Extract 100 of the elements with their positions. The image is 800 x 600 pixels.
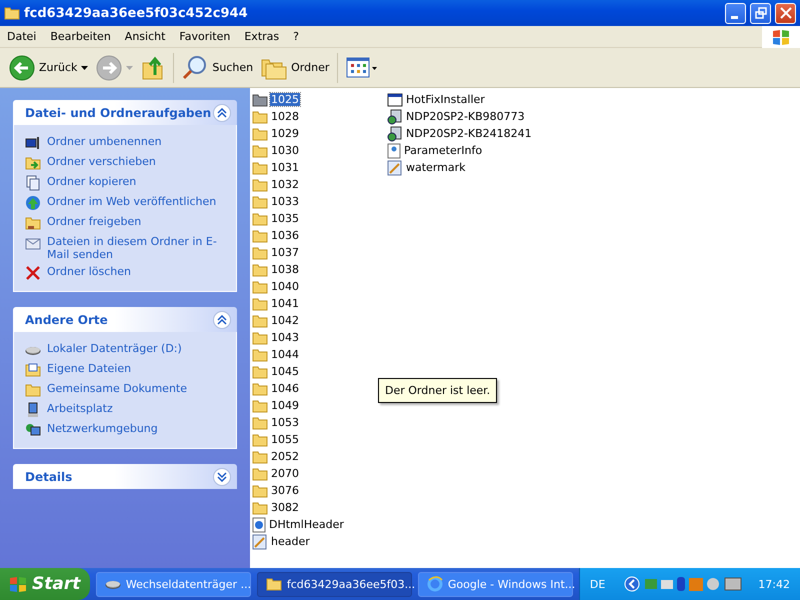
folders-button[interactable]: Ordner [258,54,332,82]
minimize-button[interactable] [725,2,746,24]
browser-icon [426,576,443,592]
tooltip: Der Ordner ist leer. [378,378,498,403]
file-item[interactable]: 1025 [270,93,300,106]
taskbar-button[interactable]: Google - Windows Int... [418,572,573,596]
folder-icon [266,576,282,592]
file-item[interactable]: NDP20SP2-KB2418241 [405,127,533,140]
file-item[interactable]: 2052 [270,450,300,463]
folder-icon [252,466,268,480]
file-item[interactable]: 1053 [270,416,300,429]
folder-icon [25,382,41,398]
file-item[interactable]: 2070 [270,467,300,480]
task-link[interactable]: Lokaler Datenträger (D:) [25,342,228,358]
setup-package-icon [387,126,403,142]
restore-button[interactable] [750,2,771,24]
task-link[interactable]: Arbeitsplatz [25,402,228,418]
task-link[interactable]: Ordner umbenennen [25,135,228,151]
file-item[interactable]: header [270,535,311,548]
file-item[interactable]: 1042 [270,314,300,327]
folder-icon [252,314,268,328]
chevron-left-icon[interactable] [624,576,640,592]
close-button[interactable] [775,2,796,24]
file-item[interactable]: NDP20SP2-KB980773 [405,110,526,123]
file-item[interactable]: 1036 [270,229,300,242]
delete-x-icon [25,265,41,281]
menu-item[interactable]: Ansicht [118,30,172,43]
folder-icon [252,296,268,310]
folder-icon [252,330,268,344]
file-item[interactable]: 1055 [270,433,300,446]
title-folder-icon [4,6,20,20]
collapse-button[interactable] [213,310,231,328]
file-item[interactable]: 1046 [270,382,300,395]
file-item[interactable]: 1035 [270,212,300,225]
search-icon [182,54,208,80]
collapse-button[interactable] [213,104,231,122]
task-link[interactable]: Ordner löschen [25,265,228,281]
folder-icon [252,348,268,362]
file-item[interactable]: 1033 [270,195,300,208]
dropdown-arrow-icon [126,66,134,70]
file-item[interactable]: 1045 [270,365,300,378]
folder-icon [252,450,268,464]
file-item[interactable]: DHtmlHeader [268,518,345,531]
folder-icon [252,126,268,140]
windows-logo-icon [771,28,791,46]
file-item[interactable]: 1049 [270,399,300,412]
folder-icon [252,500,268,514]
task-link[interactable]: Netzwerkumgebung [25,422,228,438]
file-item[interactable]: 1031 [270,161,300,174]
taskbar-button[interactable]: fcd63429aa36ee5f03... [256,572,412,596]
file-item[interactable]: 3076 [270,484,300,497]
task-link[interactable]: Ordner freigeben [25,215,228,231]
file-item[interactable]: 1029 [270,127,300,140]
file-item[interactable]: ParameterInfo [403,144,484,157]
menu-item[interactable]: Bearbeiten [43,30,118,43]
views-icon [346,56,378,78]
search-button[interactable]: Suchen [179,52,256,82]
dropdown-arrow-icon [81,66,88,70]
folder-up-icon [141,54,166,80]
file-item[interactable]: 1028 [270,110,300,123]
file-item[interactable]: 1044 [270,348,300,361]
panel-title: Details [25,470,74,484]
file-item[interactable]: 1040 [270,280,300,293]
start-button[interactable]: Start [0,568,90,600]
folder-icon [252,280,268,294]
task-panel-header[interactable]: Details [13,464,237,489]
task-link[interactable]: Gemeinsame Dokumente [25,382,228,398]
application-window-icon [387,92,403,106]
folder-arrow-icon [25,155,41,171]
documents-folder-icon [25,362,41,378]
taskbar-button[interactable]: Wechseldatenträger ... [96,572,251,596]
folder-icon [252,484,268,498]
back-button[interactable]: Zurück [6,52,92,82]
menu-item[interactable]: Datei [0,30,44,43]
file-item[interactable]: watermark [405,161,466,174]
file-item[interactable]: 1038 [270,263,300,276]
folder-icon [252,398,268,412]
task-link[interactable]: Ordner verschieben [25,155,228,171]
folder-icon [252,228,268,242]
file-item[interactable]: HotFixInstaller [405,93,486,106]
folder-icon [252,246,268,260]
file-item[interactable]: 1032 [270,178,300,191]
file-item[interactable]: 1041 [270,297,300,310]
folder-icon [252,92,268,106]
task-panel-header[interactable]: Andere Orte [13,307,237,332]
folder-icon [252,212,268,226]
file-item[interactable]: 3082 [270,501,300,514]
folder-icon [252,262,268,276]
expand-button[interactable] [213,468,231,486]
file-item[interactable]: 1037 [270,246,300,259]
task-link[interactable]: Eigene Dateien [25,362,228,378]
task-link[interactable]: Ordner im Web veröffentlichen [25,195,228,211]
menu-item[interactable]: ? [286,30,306,43]
menu-item[interactable]: Extras [237,30,286,43]
menu-item[interactable]: Favoriten [172,30,238,43]
file-item[interactable]: 1030 [270,144,300,157]
task-panel-header[interactable]: Datei- und Ordneraufgaben [13,100,237,125]
file-item[interactable]: 1043 [270,331,300,344]
task-link[interactable]: Dateien in diesem Ordner in E-Mail senden [25,235,228,261]
task-link[interactable]: Ordner kopieren [25,175,228,191]
